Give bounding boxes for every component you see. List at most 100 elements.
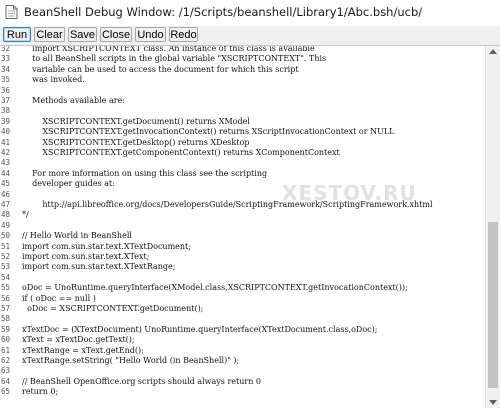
window-title: BeanShell Debug Window: /1/Scripts/beans… [24, 5, 423, 19]
line-number: 57 [1, 304, 11, 313]
code-line: 64 // BeanShell OpenOffice.org scripts sh… [0, 377, 486, 387]
scrollbar-thumb[interactable] [488, 222, 498, 388]
code-line: 53 import com.sun.star.text.XTextRange; [0, 262, 486, 272]
line-number: 39 [1, 116, 11, 126]
line-number: 41 [1, 137, 11, 147]
code-text: if ( oDoc == null ) [22, 293, 96, 303]
code-line: 62 xTextRange.setString( "Hello World (in… [0, 356, 486, 366]
line-number: 49 [1, 220, 11, 230]
line-number: 44 [1, 168, 11, 178]
line-number: 51 [1, 241, 11, 251]
code-line: 36 [0, 86, 486, 96]
code-line: 49 [0, 221, 486, 231]
run-button[interactable]: Run [3, 27, 31, 42]
scroll-up-arrow-icon[interactable] [489, 49, 497, 54]
line-number: 60 [1, 335, 11, 345]
code-text: import com.sun.star.text.XText; [22, 252, 150, 261]
code-line: 57 oDoc = XSCRIPTCONTEXT.getDocument(); [0, 304, 486, 314]
code-line: 38 [0, 106, 486, 116]
code-line: 35 was invoked. [0, 75, 486, 85]
line-number: 34 [1, 64, 11, 74]
code-text: import com.sun.star.text.XTextRange; [22, 262, 176, 272]
code-line: 47 http://api.libreoffice.org/docs/Devel… [0, 200, 486, 210]
title-bar: BeanShell Debug Window: /1/Scripts/beans… [0, 0, 500, 27]
code-line: 58 [0, 314, 486, 324]
redo-button[interactable]: Redo [169, 27, 198, 42]
code-line: 43 [0, 158, 486, 168]
line-number: 46 [1, 189, 11, 199]
line-number: 62 [1, 356, 11, 365]
clear-button[interactable]: Clear [34, 27, 65, 42]
code-line: 34 variable can be used to access the do… [0, 65, 486, 75]
line-number: 54 [1, 272, 11, 282]
code-line: 63 [0, 366, 486, 376]
code-text: XSCRIPTCONTEXT.getDesktop() returns XDes… [22, 137, 250, 147]
code-line: 39 XSCRIPTCONTEXT.getDocument() returns … [0, 117, 486, 127]
code-text: XSCRIPTCONTEXT.getInvocationContext() re… [22, 127, 395, 137]
line-number: 37 [1, 96, 11, 105]
line-number: 65 [1, 387, 11, 397]
line-number: 56 [1, 293, 11, 303]
code-line: 33 to all BeanShell scripts in the globa… [0, 54, 486, 64]
code-line: 65 return 0; [0, 387, 486, 397]
code-line: 55 oDoc = UnoRuntime.queryInterface(XMode… [0, 283, 486, 293]
undo-button[interactable]: Undo [135, 27, 166, 42]
line-number: 43 [1, 158, 11, 168]
code-line: 54 [0, 273, 486, 283]
code-text: variable can be used to access the docum… [22, 64, 299, 74]
code-line: 48 */ [0, 210, 486, 220]
code-text: xText = xTextDoc.getText(); [22, 335, 135, 345]
line-number: 40 [1, 127, 11, 137]
code-text: return 0; [22, 387, 59, 397]
code-text: XSCRIPTCONTEXT.getComponentContext() ret… [22, 148, 340, 157]
code-text: // Hello World in BeanShell [22, 231, 132, 241]
line-number: 32 [1, 46, 11, 53]
close-button[interactable]: Close [100, 27, 132, 42]
line-number: 59 [1, 324, 11, 334]
code-line: 56 if ( oDoc == null ) [0, 294, 486, 304]
code-line: 45 developer guides at: [0, 179, 486, 189]
line-number: 52 [1, 252, 11, 261]
line-number: 53 [1, 262, 11, 272]
code-text: XSCRIPTCONTEXT.getDocument() returns XMo… [22, 116, 250, 126]
code-line: 61 xTextRange = xText.getEnd(); [0, 346, 486, 356]
vertical-scrollbar[interactable] [485, 46, 500, 408]
code-text: oDoc = XSCRIPTCONTEXT.getDocument(); [22, 304, 204, 313]
line-number: 63 [1, 366, 11, 376]
code-line: 32 import XSCRIPTCONTEXT class. An insta… [0, 46, 486, 54]
code-text: xTextRange.setString( "Hello World (in B… [22, 356, 240, 365]
code-text: oDoc = UnoRuntime.queryInterface(XModel.… [22, 283, 408, 293]
line-number: 50 [1, 231, 11, 241]
code-text: import XSCRIPTCONTEXT class. An instance… [22, 46, 315, 53]
line-number: 36 [1, 85, 11, 95]
line-number: 38 [1, 106, 11, 116]
code-text: xTextDoc = (XTextDocument) UnoRuntime.qu… [22, 324, 378, 334]
line-number: 55 [1, 283, 11, 293]
code-line: 46 [0, 190, 486, 200]
code-line: 44 For more information on using this cl… [0, 169, 486, 179]
code-line: 60 xText = xTextDoc.getText(); [0, 335, 486, 345]
code-line: 50 // Hello World in BeanShell [0, 231, 486, 241]
code-text: xTextRange = xText.getEnd(); [22, 345, 144, 355]
line-number: 58 [1, 314, 11, 324]
line-number: 33 [1, 54, 11, 64]
code-text: to all BeanShell scripts in the global v… [22, 54, 327, 64]
code-text: http://api.libreoffice.org/docs/Develope… [22, 200, 433, 209]
line-number: 47 [1, 200, 11, 209]
code-text: For more information on using this class… [22, 168, 268, 178]
code-line: 37 Methods available are: [0, 96, 486, 106]
code-text: */ [22, 210, 29, 220]
code-text: was invoked. [22, 75, 85, 85]
code-line: 52 import com.sun.star.text.XText; [0, 252, 486, 262]
code-editor[interactable]: 32 import XSCRIPTCONTEXT class. An insta… [0, 46, 486, 408]
code-text: // BeanShell OpenOffice.org scripts shou… [22, 376, 261, 386]
code-line: 42 XSCRIPTCONTEXT.getComponentContext() … [0, 148, 486, 158]
code-text: import com.sun.star.text.XTextDocument; [22, 241, 191, 251]
save-button[interactable]: Save [68, 27, 97, 42]
code-line: 59 xTextDoc = (XTextDocument) UnoRuntime.… [0, 325, 486, 335]
code-line: 40 XSCRIPTCONTEXT.getInvocationContext()… [0, 127, 486, 137]
line-number: 35 [1, 75, 11, 85]
line-number: 61 [1, 345, 11, 355]
code-text: Methods available are: [22, 96, 125, 105]
scroll-down-arrow-icon[interactable] [489, 400, 497, 405]
